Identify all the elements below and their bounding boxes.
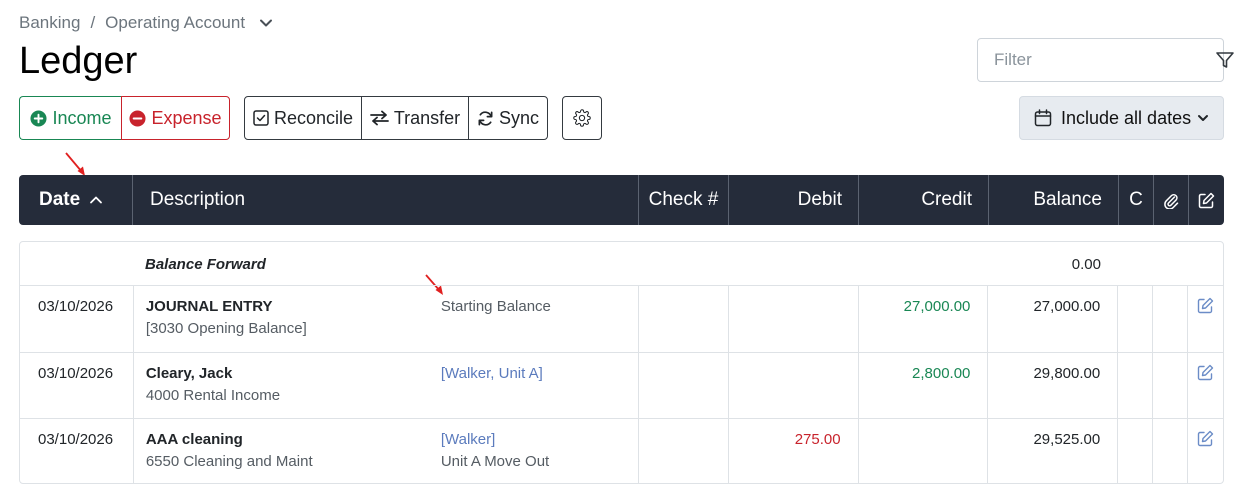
plus-circle-icon — [30, 109, 48, 127]
edit-icon[interactable] — [1197, 430, 1214, 483]
edit-icon[interactable] — [1197, 364, 1214, 418]
filter-input[interactable] — [994, 50, 1215, 70]
calendar-icon — [1034, 109, 1052, 127]
row-memo-link[interactable]: Walker — [445, 431, 491, 448]
row-account: 6550 Cleaning and Maint — [145, 453, 313, 470]
row-cleared[interactable] — [1118, 353, 1154, 418]
row-credit: 2,800.00 — [859, 353, 989, 418]
income-button[interactable]: Income — [19, 96, 122, 140]
date-header-label: Date — [39, 189, 81, 210]
row-payee: JOURNAL ENTRY — [145, 298, 273, 315]
row-edit[interactable] — [1188, 353, 1223, 418]
row-credit — [859, 419, 989, 483]
balance-forward-row: Balance Forward 0.00 — [20, 242, 1223, 286]
column-header-debit[interactable]: Debit — [729, 175, 859, 225]
breadcrumb-root[interactable]: Banking — [19, 13, 80, 33]
row-date: 03/10/2026 — [20, 353, 134, 418]
funnel-icon[interactable] — [1215, 50, 1235, 70]
income-label: Income — [52, 107, 112, 128]
row-check — [639, 286, 729, 352]
balance-forward-label: Balance Forward — [145, 256, 266, 273]
table-row[interactable]: 03/10/2026 JOURNAL ENTRY [3030 Opening B… — [20, 286, 1223, 353]
transfer-button[interactable]: Transfer — [361, 96, 469, 140]
row-check — [639, 353, 729, 418]
ledger-table-header: Date Description Check # Debit Credit Ba… — [19, 175, 1224, 225]
column-header-balance[interactable]: Balance — [989, 175, 1119, 225]
row-attachment[interactable] — [1153, 286, 1189, 352]
row-attachment[interactable] — [1153, 353, 1189, 418]
chevron-up-icon — [89, 193, 103, 207]
filter-box — [977, 38, 1234, 82]
reconcile-label: Reconcile — [273, 107, 354, 128]
sync-button[interactable]: Sync — [468, 96, 548, 140]
edit-icon[interactable] — [1197, 297, 1214, 352]
chevron-down-icon — [1197, 112, 1209, 124]
refresh-icon — [477, 110, 494, 127]
column-header-attachment[interactable] — [1154, 175, 1189, 225]
balance-forward-value: 0.00 — [1071, 256, 1101, 273]
column-header-edit[interactable] — [1189, 175, 1224, 225]
row-memo-link-close: ] — [538, 365, 543, 382]
minus-circle-icon — [129, 109, 146, 127]
date-range-label: Include all dates — [1061, 107, 1192, 128]
column-header-date[interactable]: Date — [19, 175, 133, 225]
transfer-label: Transfer — [393, 107, 461, 128]
expense-label: Expense — [151, 107, 222, 128]
row-balance: 27,000.00 — [988, 286, 1119, 352]
chevron-down-icon[interactable] — [259, 16, 273, 30]
row-memo: Starting Balance — [440, 298, 551, 315]
row-cleared[interactable] — [1118, 286, 1154, 352]
row-description: Cleary, Jack 4000 Rental Income [Walker,… — [134, 353, 639, 418]
row-description: JOURNAL ENTRY [3030 Opening Balance] Sta… — [134, 286, 639, 352]
row-check — [639, 419, 729, 483]
breadcrumb: Banking / Operating Account — [19, 12, 273, 34]
sync-label: Sync — [498, 107, 540, 128]
expense-button[interactable]: Expense — [121, 96, 230, 140]
settings-button[interactable] — [562, 96, 602, 140]
row-account: 4000 Rental Income — [145, 387, 281, 404]
ledger-table-body: Balance Forward 0.00 03/10/2026 JOURNAL … — [19, 241, 1224, 484]
row-debit: 275.00 — [729, 419, 859, 483]
breadcrumb-current[interactable]: Operating Account — [105, 13, 245, 33]
row-account: [3030 Opening Balance] — [145, 320, 307, 337]
row-memo-link[interactable]: Walker, Unit A — [445, 365, 539, 382]
arrows-left-right-icon — [369, 110, 389, 126]
page-title: Ledger — [19, 40, 138, 82]
row-edit[interactable] — [1188, 419, 1223, 483]
row-attachment[interactable] — [1153, 419, 1189, 483]
row-date: 03/10/2026 — [20, 419, 134, 483]
column-header-credit[interactable]: Credit — [859, 175, 989, 225]
row-balance: 29,525.00 — [988, 419, 1119, 483]
check-square-icon — [253, 110, 269, 126]
column-header-check[interactable]: Check # — [639, 175, 729, 225]
row-cleared[interactable] — [1118, 419, 1154, 483]
row-date: 03/10/2026 — [20, 286, 134, 352]
paperclip-icon — [1163, 192, 1179, 209]
gear-icon — [573, 109, 591, 127]
column-header-cleared[interactable]: C — [1119, 175, 1154, 225]
row-payee: Cleary, Jack — [145, 365, 233, 382]
row-balance: 29,800.00 — [988, 353, 1119, 418]
table-row[interactable]: 03/10/2026 AAA cleaning 6550 Cleaning an… — [20, 419, 1223, 483]
date-range-dropdown[interactable]: Include all dates — [1019, 96, 1224, 140]
row-credit: 27,000.00 — [859, 286, 989, 352]
reconcile-button[interactable]: Reconcile — [244, 96, 362, 140]
row-debit — [729, 353, 859, 418]
table-row[interactable]: 03/10/2026 Cleary, Jack 4000 Rental Inco… — [20, 353, 1223, 419]
row-description: AAA cleaning 6550 Cleaning and Maint [Wa… — [134, 419, 639, 483]
edit-icon — [1198, 192, 1215, 209]
row-memo-link-close: ] — [491, 431, 496, 448]
column-header-description[interactable]: Description — [133, 175, 639, 225]
row-payee: AAA cleaning — [145, 431, 243, 448]
row-edit[interactable] — [1188, 286, 1223, 352]
row-memo: Unit A Move Out — [440, 453, 550, 470]
breadcrumb-separator: / — [90, 13, 96, 32]
row-debit — [729, 286, 859, 352]
